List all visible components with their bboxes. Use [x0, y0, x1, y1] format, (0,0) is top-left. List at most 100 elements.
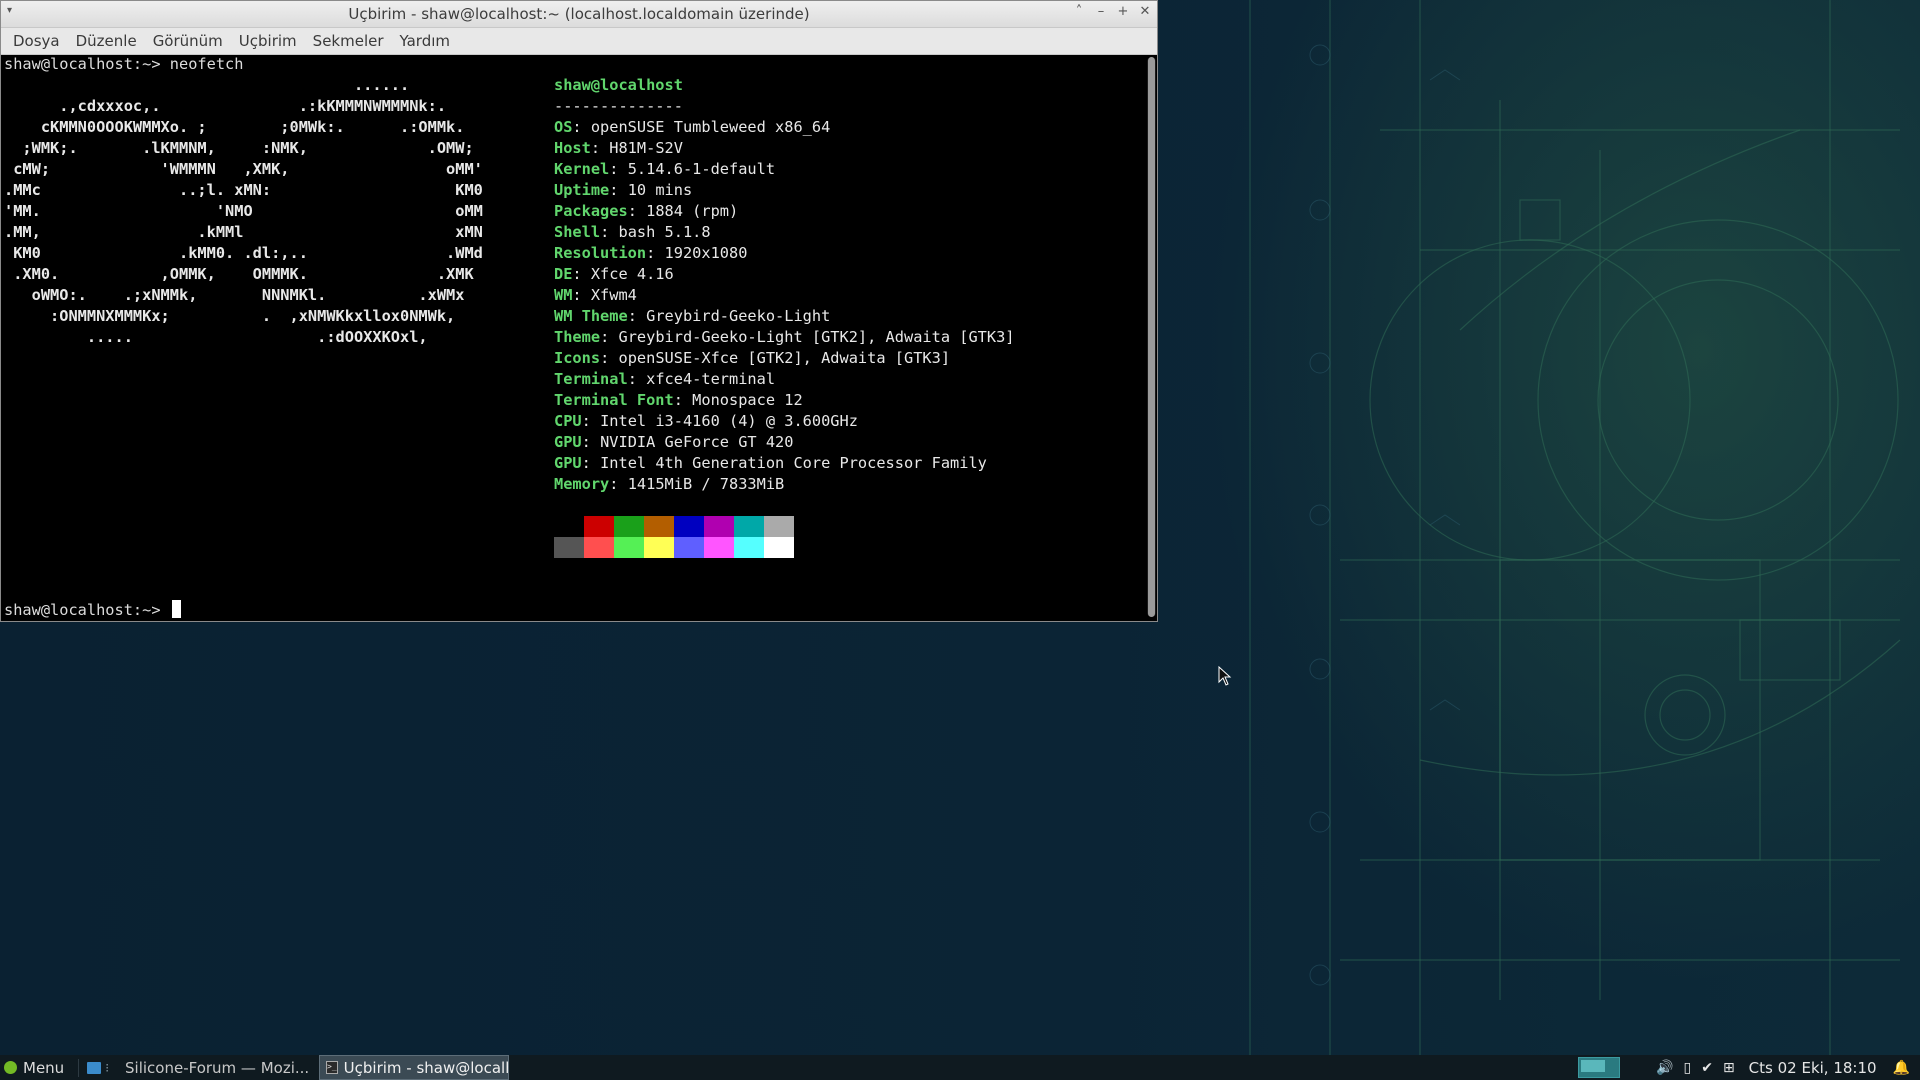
- mouse-pointer-icon: [1218, 666, 1232, 686]
- info-row: Shell: bash 5.1.8: [554, 222, 1015, 243]
- prompt-text: shaw@localhost:~>: [4, 601, 170, 619]
- taskbar-separator: [78, 1058, 80, 1077]
- info-row: Theme: Greybird-Geeko-Light [GTK2], Adwa…: [554, 327, 1015, 348]
- command-line: shaw@localhost:~> neofetch: [4, 55, 244, 73]
- color-swatch: [674, 537, 704, 558]
- info-colon: :: [600, 328, 619, 346]
- info-row: Memory: 1415MiB / 7833MiB: [554, 474, 1015, 495]
- clock[interactable]: Cts 02 Eki, 18:10: [1749, 1059, 1877, 1077]
- color-palette: [554, 516, 794, 558]
- info-colon: :: [627, 307, 647, 325]
- updates-check-icon[interactable]: ✔: [1701, 1060, 1713, 1076]
- color-swatch: [734, 537, 764, 558]
- info-row: Kernel: 5.14.6-1-default: [554, 159, 1015, 180]
- prompt-line[interactable]: shaw@localhost:~>: [4, 600, 181, 621]
- info-value: 1415MiB / 7833MiB: [627, 475, 785, 493]
- color-swatch: [644, 516, 674, 537]
- system-tray: 🔊 ▯ ✔ ⊞ Cts 02 Eki, 18:10 🔔: [1656, 1059, 1920, 1077]
- info-key: OS: [554, 118, 573, 136]
- menu-yardim[interactable]: Yardım: [392, 32, 459, 50]
- info-colon: :: [572, 286, 591, 304]
- text-cursor: [171, 600, 181, 618]
- info-row: Terminal Font: Monospace 12: [554, 390, 1015, 411]
- task-firefox[interactable]: Silicone-Forum — Mozi...: [113, 1055, 319, 1080]
- terminal-window[interactable]: ▾ Uçbirim - shaw@localhost:~ (localhost.…: [0, 0, 1158, 622]
- network-icon[interactable]: ⊞: [1723, 1060, 1735, 1076]
- whisker-menu-button[interactable]: Menu: [0, 1055, 74, 1080]
- color-swatch: [584, 537, 614, 558]
- info-colon: :: [627, 370, 647, 388]
- info-colon: :: [609, 160, 628, 178]
- show-desktop-launcher[interactable]: ⁝: [83, 1061, 113, 1075]
- info-row: Host: H81M-S2V: [554, 138, 1015, 159]
- info-key: WM Theme: [554, 307, 628, 325]
- taskbar: Menu ⁝ Silicone-Forum — Mozi... >_ Uçbir…: [0, 1055, 1920, 1080]
- info-row: Terminal: xfce4-terminal: [554, 369, 1015, 390]
- menu-duzenle[interactable]: Düzenle: [68, 32, 145, 50]
- volume-icon[interactable]: 🔊: [1656, 1060, 1673, 1076]
- terminal-output[interactable]: shaw@localhost:~> neofetch ...... .,cdxx…: [1, 54, 1145, 621]
- info-value: Intel i3-4160 (4) @ 3.600GHz: [600, 412, 858, 430]
- info-row: WM Theme: Greybird-Geeko-Light: [554, 306, 1015, 327]
- color-swatch: [764, 537, 794, 558]
- info-row: GPU: Intel 4th Generation Core Processor…: [554, 453, 1015, 474]
- color-swatch: [734, 516, 764, 537]
- color-swatch: [584, 516, 614, 537]
- color-swatch: [554, 516, 584, 537]
- info-colon: :: [572, 118, 591, 136]
- info-key: Terminal: [554, 370, 628, 388]
- info-colon: :: [600, 349, 619, 367]
- minimize-icon[interactable]: –: [1095, 4, 1107, 19]
- menubar: Dosya Düzenle Görünüm Uçbirim Sekmeler Y…: [1, 28, 1157, 55]
- task-label: Silicone-Forum — Mozi...: [125, 1058, 310, 1077]
- menu-dosya[interactable]: Dosya: [5, 32, 68, 50]
- system-info: shaw@localhost -------------- OS: openSU…: [554, 75, 1015, 495]
- info-row: Resolution: 1920x1080: [554, 243, 1015, 264]
- scrollbar-thumb[interactable]: [1148, 57, 1155, 617]
- color-swatch: [674, 516, 704, 537]
- info-value: 10 mins: [627, 181, 693, 199]
- window-title: Uçbirim - shaw@localhost:~ (localhost.lo…: [348, 5, 810, 23]
- info-value: Intel 4th Generation Core Processor Fami…: [600, 454, 987, 472]
- terminal-scrollbar[interactable]: [1147, 57, 1156, 617]
- info-key: Packages: [554, 202, 628, 220]
- info-value: Xfwm4: [590, 286, 637, 304]
- info-colon: :: [600, 223, 619, 241]
- info-colon: :: [581, 433, 601, 451]
- info-value: openSUSE-Xfce [GTK2], Adwaita [GTK3]: [618, 349, 951, 367]
- color-swatch: [614, 516, 644, 537]
- info-value: xfce4-terminal: [646, 370, 776, 388]
- info-colon: :: [627, 202, 647, 220]
- window-titlebar[interactable]: ▾ Uçbirim - shaw@localhost:~ (localhost.…: [1, 1, 1157, 28]
- task-terminal[interactable]: >_ Uçbirim - shaw@localh...: [319, 1055, 510, 1080]
- color-swatch: [554, 537, 584, 558]
- menu-gorunum[interactable]: Görünüm: [145, 32, 231, 50]
- menu-ucbirim[interactable]: Uçbirim: [231, 32, 305, 50]
- info-value: Monospace 12: [692, 391, 803, 409]
- workspace-switcher[interactable]: [1578, 1057, 1621, 1078]
- color-swatch: [644, 537, 674, 558]
- info-row: CPU: Intel i3-4160 (4) @ 3.600GHz: [554, 411, 1015, 432]
- menu-sekmeler[interactable]: Sekmeler: [305, 32, 392, 50]
- info-key: GPU: [554, 433, 582, 451]
- info-colon: :: [572, 265, 591, 283]
- info-value: openSUSE Tumbleweed x86_64: [590, 118, 831, 136]
- info-row: DE: Xfce 4.16: [554, 264, 1015, 285]
- close-icon[interactable]: ✕: [1139, 4, 1151, 19]
- info-key: Kernel: [554, 160, 610, 178]
- terminal-icon: >_: [326, 1061, 338, 1074]
- info-row: Packages: 1884 (rpm): [554, 201, 1015, 222]
- color-swatch: [764, 516, 794, 537]
- info-row: Uptime: 10 mins: [554, 180, 1015, 201]
- info-key: Shell: [554, 223, 601, 241]
- info-row: WM: Xfwm4: [554, 285, 1015, 306]
- maximize-icon[interactable]: +: [1117, 4, 1129, 19]
- battery-icon[interactable]: ▯: [1683, 1060, 1691, 1076]
- info-colon: :: [581, 454, 601, 472]
- info-value: 5.14.6-1-default: [627, 160, 776, 178]
- notification-bell-icon[interactable]: 🔔: [1893, 1060, 1910, 1076]
- info-value: Xfce 4.16: [590, 265, 674, 283]
- info-key: Host: [554, 139, 591, 157]
- keep-above-icon[interactable]: ˄: [1073, 4, 1085, 19]
- info-key: DE: [554, 265, 573, 283]
